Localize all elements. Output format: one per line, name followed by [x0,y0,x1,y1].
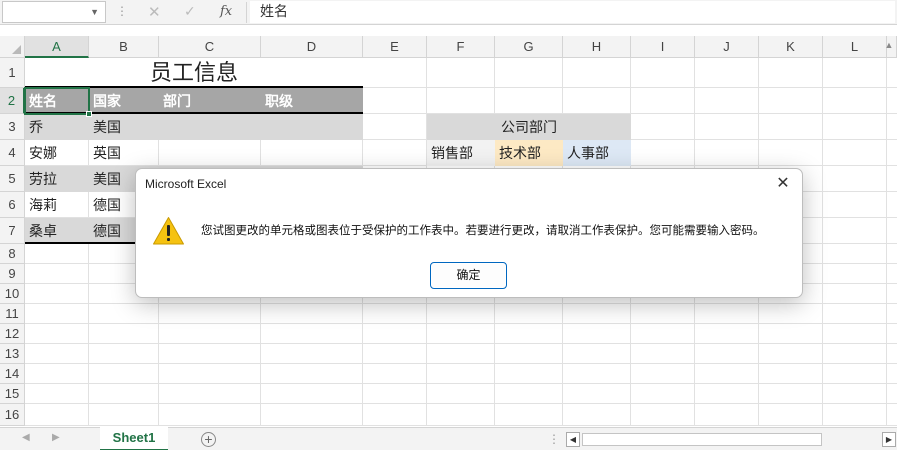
col-header-f[interactable]: F [427,36,495,58]
row-header-6[interactable]: 6 [0,192,25,218]
active-cell-selection[interactable] [24,87,92,117]
col-header-c[interactable]: C [159,36,261,58]
scroll-thumb[interactable] [582,433,822,446]
cell-name[interactable]: 劳拉 [25,166,89,192]
row-header-9[interactable]: 9 [0,264,25,284]
row-header-16[interactable]: 16 [0,404,25,426]
col-header-d[interactable]: D [261,36,363,58]
grid-line [25,343,897,344]
row-header-3[interactable]: 3 [0,114,25,140]
col-header-j[interactable]: J [695,36,759,58]
cell-country[interactable]: 英国 [89,140,159,166]
grid-line [25,383,897,384]
sheet-tab-sheet1[interactable]: Sheet1 [100,427,168,450]
col-header-k[interactable]: K [759,36,823,58]
row-header-11[interactable]: 11 [0,304,25,324]
select-all-icon [12,45,21,54]
insert-function-icon[interactable]: fx [220,4,232,19]
col-header-h[interactable]: H [563,36,631,58]
horizontal-scrollbar[interactable]: ◀ ▶ [566,432,896,447]
grid-line [25,403,897,404]
next-sheet-icon[interactable]: ▶ [52,432,60,443]
row-header-14[interactable]: 14 [0,364,25,384]
grid-line [25,363,897,364]
cell-name[interactable]: 桑卓 [25,218,89,244]
add-sheet-icon[interactable]: + [201,432,216,447]
cell-country[interactable]: 美国 [89,114,159,140]
header-cell-level[interactable]: 职级 [261,88,363,114]
more-options-icon: ⋮ [116,4,128,18]
scroll-left-icon[interactable]: ◀ [566,432,580,447]
grid-line [25,303,897,304]
tab-splitter-icon[interactable]: ⋮ [548,432,560,446]
row-header-1[interactable]: 1 [0,58,25,88]
formula-separator [246,2,247,23]
grid-line [25,425,897,426]
close-icon[interactable]: ✕ [772,173,794,195]
dept-cell-tech[interactable]: 技术部 [495,140,563,166]
header-cell-dept[interactable]: 部门 [159,88,261,114]
col-header-g[interactable]: G [495,36,563,58]
row-header-2[interactable]: 2 [0,88,25,114]
col-header-l[interactable]: L [823,36,887,58]
row-header-15[interactable]: 15 [0,384,25,404]
warning-icon [152,216,185,246]
row-header-5[interactable]: 5 [0,166,25,192]
row-header-12[interactable]: 12 [0,324,25,344]
row-header-7[interactable]: 7 [0,218,25,244]
row-header-10[interactable]: 10 [0,284,25,304]
formula-input[interactable]: 姓名 [250,1,895,23]
scroll-up-icon[interactable]: ▲ [883,40,895,54]
ok-button[interactable]: 确定 [430,262,507,289]
select-all-button[interactable] [0,36,25,58]
scroll-right-icon[interactable]: ▶ [882,432,896,447]
row-header-4[interactable]: 4 [0,140,25,166]
chevron-down-icon[interactable]: ▼ [90,7,99,17]
formula-bar: ▼ ⋮ ✕ ✓ fx 姓名 [0,0,897,25]
header-cell-country[interactable]: 国家 [89,88,159,114]
dialog-message: 您试图更改的单元格或图表位于受保护的工作表中。若要进行更改，请取消工作表保护。您… [201,225,765,237]
name-box[interactable]: ▼ [2,1,106,23]
sheet-tabs-bar: ◀ ▶ Sheet1 + ⋮ ◀ ▶ [0,427,897,450]
col-header-i[interactable]: I [631,36,695,58]
protected-sheet-dialog: Microsoft Excel ✕ 您试图更改的单元格或图表位于受保护的工作表中… [135,168,803,298]
dept-header-cell[interactable]: 公司部门 [427,114,631,140]
grid-line [25,323,897,324]
col-header-e[interactable]: E [363,36,427,58]
row-header-8[interactable]: 8 [0,244,25,264]
cell-name[interactable]: 乔 [25,114,89,140]
fill-handle[interactable] [86,111,92,117]
cell-name[interactable]: 安娜 [25,140,89,166]
prev-sheet-icon[interactable]: ◀ [22,432,30,443]
cell-name[interactable]: 海莉 [25,192,89,218]
col-header-a[interactable]: A [25,36,89,58]
dialog-title: Microsoft Excel [145,177,227,191]
dept-cell-hr[interactable]: 人事部 [563,140,631,166]
dept-cell-sales[interactable]: 销售部 [427,140,495,166]
warning-icon-graphic [153,217,184,245]
row-header-13[interactable]: 13 [0,344,25,364]
col-header-b[interactable]: B [89,36,159,58]
enter-icon[interactable]: ✓ [184,3,196,20]
cancel-icon[interactable]: ✕ [148,3,161,21]
table-title-cell[interactable]: 员工信息 [25,58,363,88]
